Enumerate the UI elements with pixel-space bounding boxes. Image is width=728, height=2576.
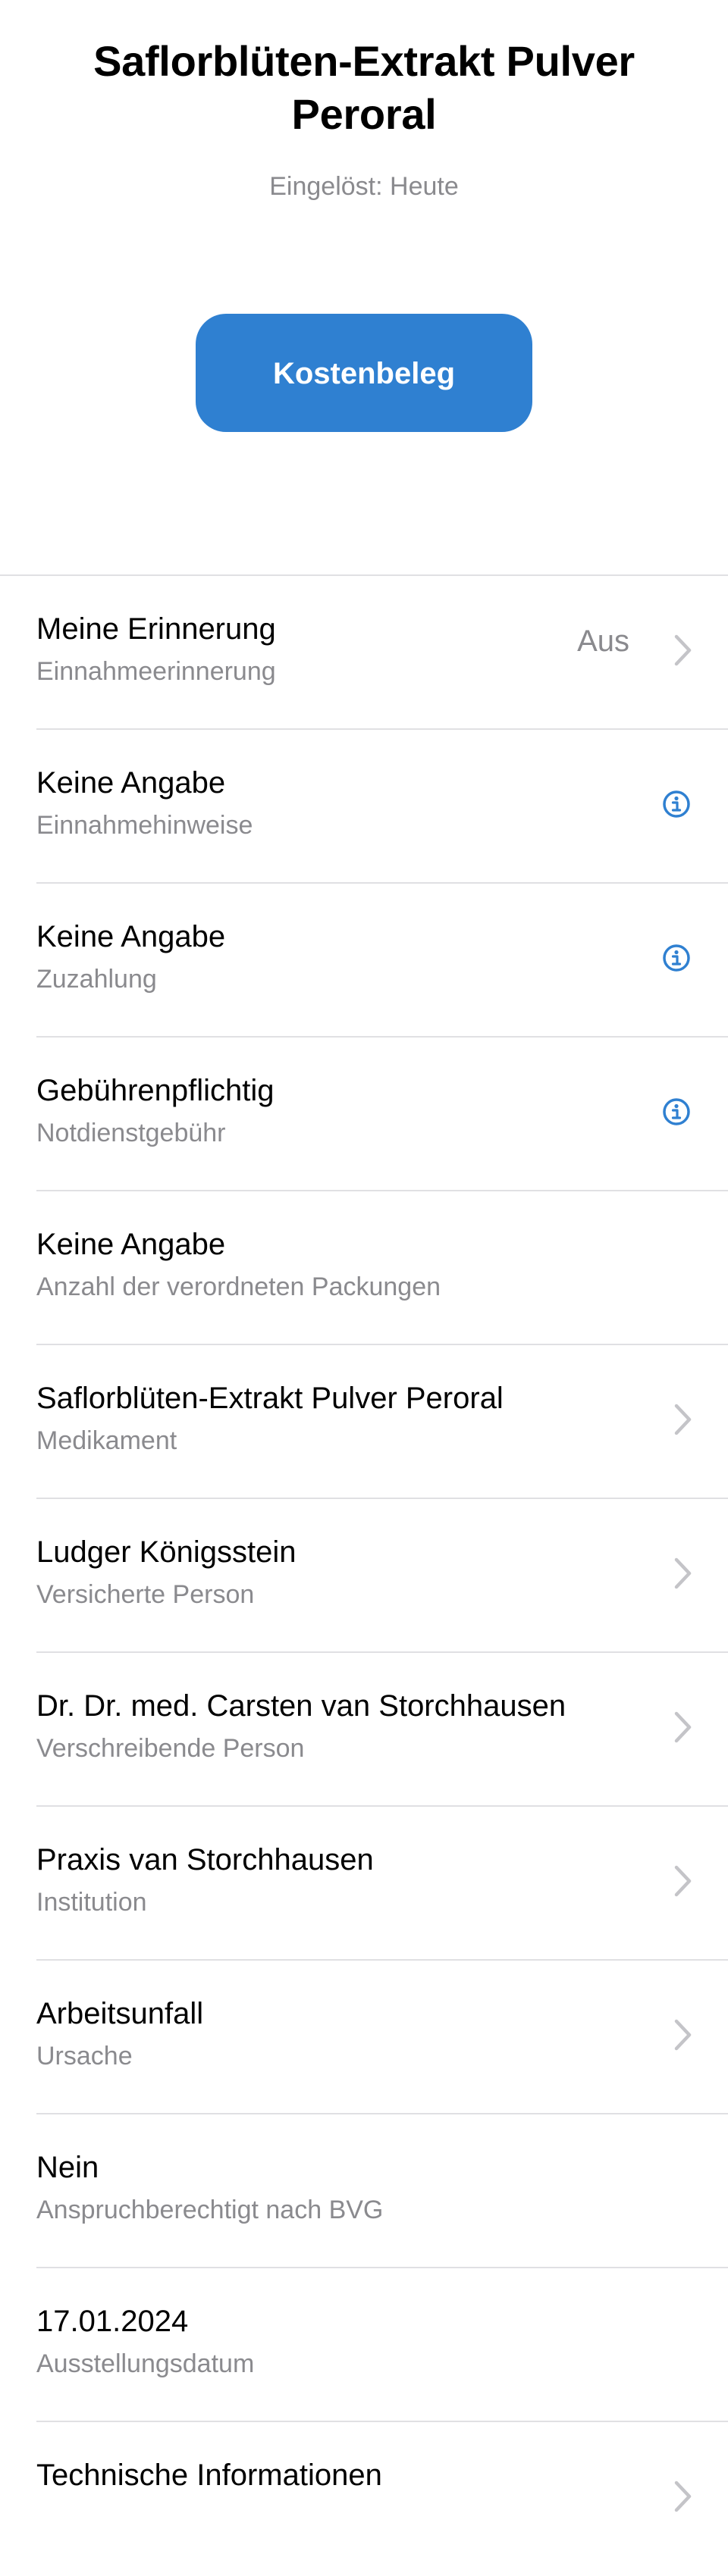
list-item-title: 17.01.2024: [36, 2305, 189, 2338]
list-item-reminder[interactable]: Meine Erinnerung Einnahmeerinnerung Aus: [0, 576, 728, 730]
list-item-title: Meine Erinnerung: [36, 612, 276, 646]
list-item-bvg-entitlement: Nein Anspruchberechtigt nach BVG: [0, 2114, 728, 2268]
list-item-title: Ludger Königsstein: [36, 1535, 297, 1569]
list-item-issue-date: 17.01.2024 Ausstellungsdatum: [0, 2268, 728, 2422]
list-item-subtitle: Anspruchberechtigt nach BVG: [36, 2196, 384, 2224]
list-item-subtitle: Einnahmehinweise: [36, 811, 253, 840]
list-item-subtitle: Ausstellungsdatum: [36, 2349, 255, 2378]
chevron-right-icon: [674, 1711, 692, 1743]
info-icon[interactable]: [662, 1097, 691, 1126]
list-item-co-payment: Keine Angabe Zuzahlung: [0, 884, 728, 1038]
header: Saflorblüten-Extrakt Pulver Peroral Eing…: [0, 0, 728, 203]
list-item-insured-person[interactable]: Ludger Königsstein Versicherte Person: [0, 1499, 728, 1653]
list-item-cause[interactable]: Arbeitsunfall Ursache: [0, 1961, 728, 2114]
chevron-right-icon: [674, 1557, 692, 1589]
list-item-title: Nein: [36, 2151, 99, 2184]
chevron-right-icon: [674, 634, 692, 666]
list-item-value: Aus: [577, 624, 629, 658]
info-icon[interactable]: [662, 790, 691, 818]
cost-receipt-button[interactable]: Kostenbeleg: [196, 314, 532, 432]
list-item-intake-notes: Keine Angabe Einnahmehinweise: [0, 730, 728, 884]
chevron-right-icon: [674, 1404, 692, 1435]
list-item-title: Dr. Dr. med. Carsten van Storchhausen: [36, 1689, 566, 1723]
list-item-title: Saflorblüten-Extrakt Pulver Peroral: [36, 1382, 504, 1415]
chevron-right-icon: [674, 1865, 692, 1897]
list-item-title: Technische Informationen: [36, 2459, 382, 2492]
info-icon[interactable]: [662, 944, 691, 972]
list-item-subtitle: Ursache: [36, 2042, 133, 2071]
chevron-right-icon: [674, 2019, 692, 2051]
page-title: Saflorblüten-Extrakt Pulver Peroral: [93, 37, 635, 138]
button-container: Kostenbeleg: [0, 314, 728, 432]
list-item-subtitle: Zuzahlung: [36, 965, 157, 994]
chevron-right-icon: [674, 2481, 692, 2512]
list-item-subtitle: Notdienstgebühr: [36, 1119, 226, 1147]
list-item-title: Keine Angabe: [36, 920, 226, 953]
list-item-prescriber[interactable]: Dr. Dr. med. Carsten van Storchhausen Ve…: [0, 1653, 728, 1807]
detail-list: Meine Erinnerung Einnahmeerinnerung Aus …: [0, 574, 728, 2576]
redeemed-status: Eingelöst: Heute: [269, 172, 459, 201]
list-item-emergency-fee: Gebührenpflichtig Notdienstgebühr: [0, 1038, 728, 1191]
list-item-title: Keine Angabe: [36, 766, 226, 800]
list-item-subtitle: Medikament: [36, 1426, 177, 1455]
list-item-subtitle: Einnahmeerinnerung: [36, 657, 276, 686]
list-item-institution[interactable]: Praxis van Storchhausen Institution: [0, 1807, 728, 1961]
list-item-subtitle: Institution: [36, 1888, 147, 1917]
list-item-title: Praxis van Storchhausen: [36, 1843, 374, 1876]
list-item-package-count: Keine Angabe Anzahl der verordneten Pack…: [0, 1191, 728, 1345]
list-item-subtitle: Anzahl der verordneten Packungen: [36, 1272, 441, 1301]
list-item-title: Keine Angabe: [36, 1228, 226, 1261]
list-item-subtitle: Versicherte Person: [36, 1580, 255, 1609]
list-item-subtitle: Verschreibende Person: [36, 1734, 305, 1763]
list-item-title: Gebührenpflichtig: [36, 1074, 275, 1107]
list-item-medication[interactable]: Saflorblüten-Extrakt Pulver Peroral Medi…: [0, 1345, 728, 1499]
list-item-technical-info[interactable]: Technische Informationen: [0, 2422, 728, 2576]
list-item-title: Arbeitsunfall: [36, 1997, 204, 2030]
